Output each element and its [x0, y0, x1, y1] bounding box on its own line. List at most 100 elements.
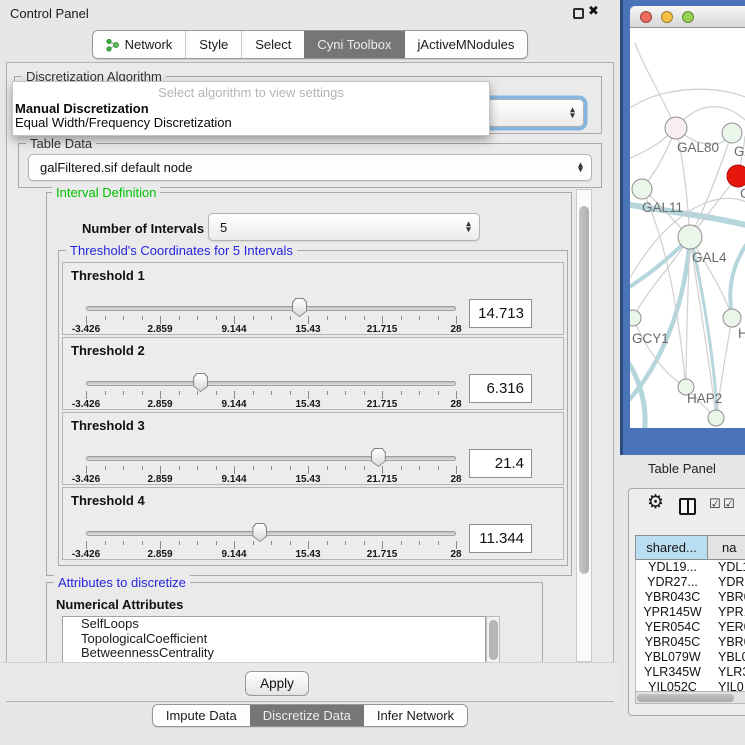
- checked-checkbox-icon[interactable]: ☑: [709, 497, 721, 512]
- threshold-value-field[interactable]: 6.316: [469, 374, 532, 403]
- checked-checkbox-icon[interactable]: ☑: [723, 497, 735, 512]
- table-data-combobox[interactable]: galFiltered.sif default node ▲▼: [28, 154, 592, 181]
- scrollbar-thumb[interactable]: [489, 620, 498, 660]
- table-panel: Table Panel ⚙ ☑ ☑ shared... na YDL19...Y…: [620, 455, 745, 745]
- mac-close-icon[interactable]: [640, 11, 652, 23]
- network-node[interactable]: [665, 117, 687, 139]
- threshold-value-field[interactable]: 11.344: [469, 524, 532, 553]
- slider-tick-label: 9.144: [221, 399, 246, 410]
- slider-track[interactable]: [86, 381, 456, 386]
- slider-tick: [401, 541, 402, 545]
- table-row[interactable]: YPR145WYPR1: [636, 605, 745, 620]
- slider-handle[interactable]: [252, 523, 267, 542]
- network-node[interactable]: [708, 410, 724, 426]
- table-row[interactable]: YDL19...YDL1: [636, 560, 745, 575]
- cell-shared-name: YDR27...: [636, 575, 709, 590]
- slider-handle[interactable]: [292, 298, 307, 317]
- node-label-ga: GA: [734, 144, 745, 159]
- slider-tick: [401, 466, 402, 470]
- combo-stepper-icon: ▲▼: [570, 108, 575, 119]
- mac-zoom-icon[interactable]: [682, 11, 694, 23]
- top-tab-bar: Network Style SelectCyni Toolbox jActiveMNo…: [0, 30, 620, 59]
- slider-track[interactable]: [86, 531, 456, 536]
- tab-discretize-data[interactable]: Discretize Data: [250, 705, 364, 726]
- slider-tick: [401, 316, 402, 320]
- tab-infer-network[interactable]: Infer Network: [364, 705, 467, 726]
- table-row[interactable]: YBL079WYBL0: [636, 650, 745, 665]
- slider-tick: [308, 541, 309, 549]
- tab-cyni-toolbox[interactable]: Cyni Toolbox: [304, 31, 404, 58]
- slider-tick: [345, 391, 346, 395]
- network-node[interactable]: [632, 179, 652, 199]
- network-canvas[interactable]: GAL80GAGAL11CGAL4GCY1HHAP2: [630, 28, 745, 428]
- tab-network[interactable]: Network: [93, 31, 186, 58]
- network-node[interactable]: [723, 309, 741, 327]
- threshold-value-field[interactable]: 21.4: [469, 449, 532, 478]
- slider-track[interactable]: [86, 456, 456, 461]
- slider-tick: [123, 316, 124, 320]
- column-header-shared-name[interactable]: shared...: [635, 535, 708, 560]
- table-horizontal-scrollbar[interactable]: [635, 691, 745, 704]
- slider-tick-label: 28: [450, 399, 461, 410]
- network-node[interactable]: [630, 310, 641, 326]
- close-icon[interactable]: ✖: [588, 4, 599, 19]
- network-node[interactable]: [727, 165, 745, 187]
- tab-select[interactable]: Select: [241, 31, 304, 58]
- slider-track[interactable]: [86, 306, 456, 311]
- tab-impute-data[interactable]: Impute Data: [153, 705, 250, 726]
- slider-tick: [327, 541, 328, 545]
- number-of-intervals-combobox[interactable]: 5 ▲▼: [208, 213, 480, 241]
- gear-icon[interactable]: ⚙: [647, 491, 664, 513]
- slider-tick: [123, 541, 124, 545]
- cell-name: YER0: [709, 620, 745, 635]
- threshold-label: Threshold 3: [71, 418, 145, 433]
- algorithm-option-manual-discretization[interactable]: Manual Discretization: [15, 101, 149, 116]
- attribute-item-betweennesscentrality[interactable]: BetweennessCentrality: [63, 646, 485, 661]
- slider-tick: [234, 391, 235, 399]
- slider-tick: [216, 466, 217, 470]
- tab-jactivemnodules[interactable]: jActiveMNodules: [405, 31, 528, 58]
- slider-tick: [142, 466, 143, 470]
- scrollbar-thumb[interactable]: [637, 694, 734, 703]
- node-table: shared... na YDL19...YDL1YDR27...YDR2YBR…: [635, 535, 745, 691]
- network-window-titlebar[interactable]: [630, 6, 745, 28]
- slider-tick: [179, 316, 180, 320]
- table-row[interactable]: YBR045CYBR0: [636, 635, 745, 650]
- network-node[interactable]: [678, 225, 702, 249]
- table-row[interactable]: YDR27...YDR2: [636, 575, 745, 590]
- tab-label: jActiveMNodules: [418, 37, 515, 52]
- table-row[interactable]: YBR043CYBR0: [636, 590, 745, 605]
- slider-tick: [327, 391, 328, 395]
- slider-tick-label: 15.43: [295, 474, 320, 485]
- apply-button[interactable]: Apply: [245, 671, 309, 696]
- slider-handle[interactable]: [371, 448, 386, 467]
- columns-icon[interactable]: [679, 498, 696, 515]
- network-node[interactable]: [722, 123, 742, 143]
- combo-stepper-icon: ▲▼: [466, 222, 471, 233]
- cell-shared-name: YBR045C: [636, 635, 709, 650]
- threshold-row-3: Threshold 3-3.4262.8599.14415.4321.71528…: [62, 412, 564, 485]
- table-row[interactable]: YER054CYER0: [636, 620, 745, 635]
- attribute-item-selfloops[interactable]: SelfLoops: [63, 617, 485, 632]
- column-header-name[interactable]: na: [708, 535, 745, 560]
- settings-vertical-scrollbar[interactable]: [576, 189, 592, 662]
- slider-tick: [327, 466, 328, 470]
- table-row[interactable]: YIL052CYIL0: [636, 680, 745, 691]
- slider-tick-label: 2.859: [147, 399, 172, 410]
- tab-style[interactable]: Style: [185, 31, 241, 58]
- slider-tick-label: 15.43: [295, 324, 320, 335]
- bottom-tab-bar: Impute DataDiscretize Data Infer Network: [0, 704, 620, 727]
- threshold-value-field[interactable]: 14.713: [469, 299, 532, 328]
- float-window-icon[interactable]: [573, 8, 584, 19]
- tab-label: Infer Network: [377, 708, 454, 723]
- mac-minimize-icon[interactable]: [661, 11, 673, 23]
- table-row[interactable]: YLR345WYLR3: [636, 665, 745, 680]
- scrollbar-thumb[interactable]: [579, 206, 589, 574]
- attribute-item-topologicalcoefficient[interactable]: TopologicalCoefficient: [63, 632, 485, 647]
- algorithm-option-equal-width-frequency-discretization[interactable]: Equal Width/Frequency Discretization: [15, 115, 232, 130]
- slider-tick: [401, 391, 402, 395]
- node-label-hap2: HAP2: [687, 391, 722, 406]
- tab-label: Style: [199, 37, 228, 52]
- threshold-label: Threshold 2: [71, 343, 145, 358]
- slider-handle[interactable]: [193, 373, 208, 392]
